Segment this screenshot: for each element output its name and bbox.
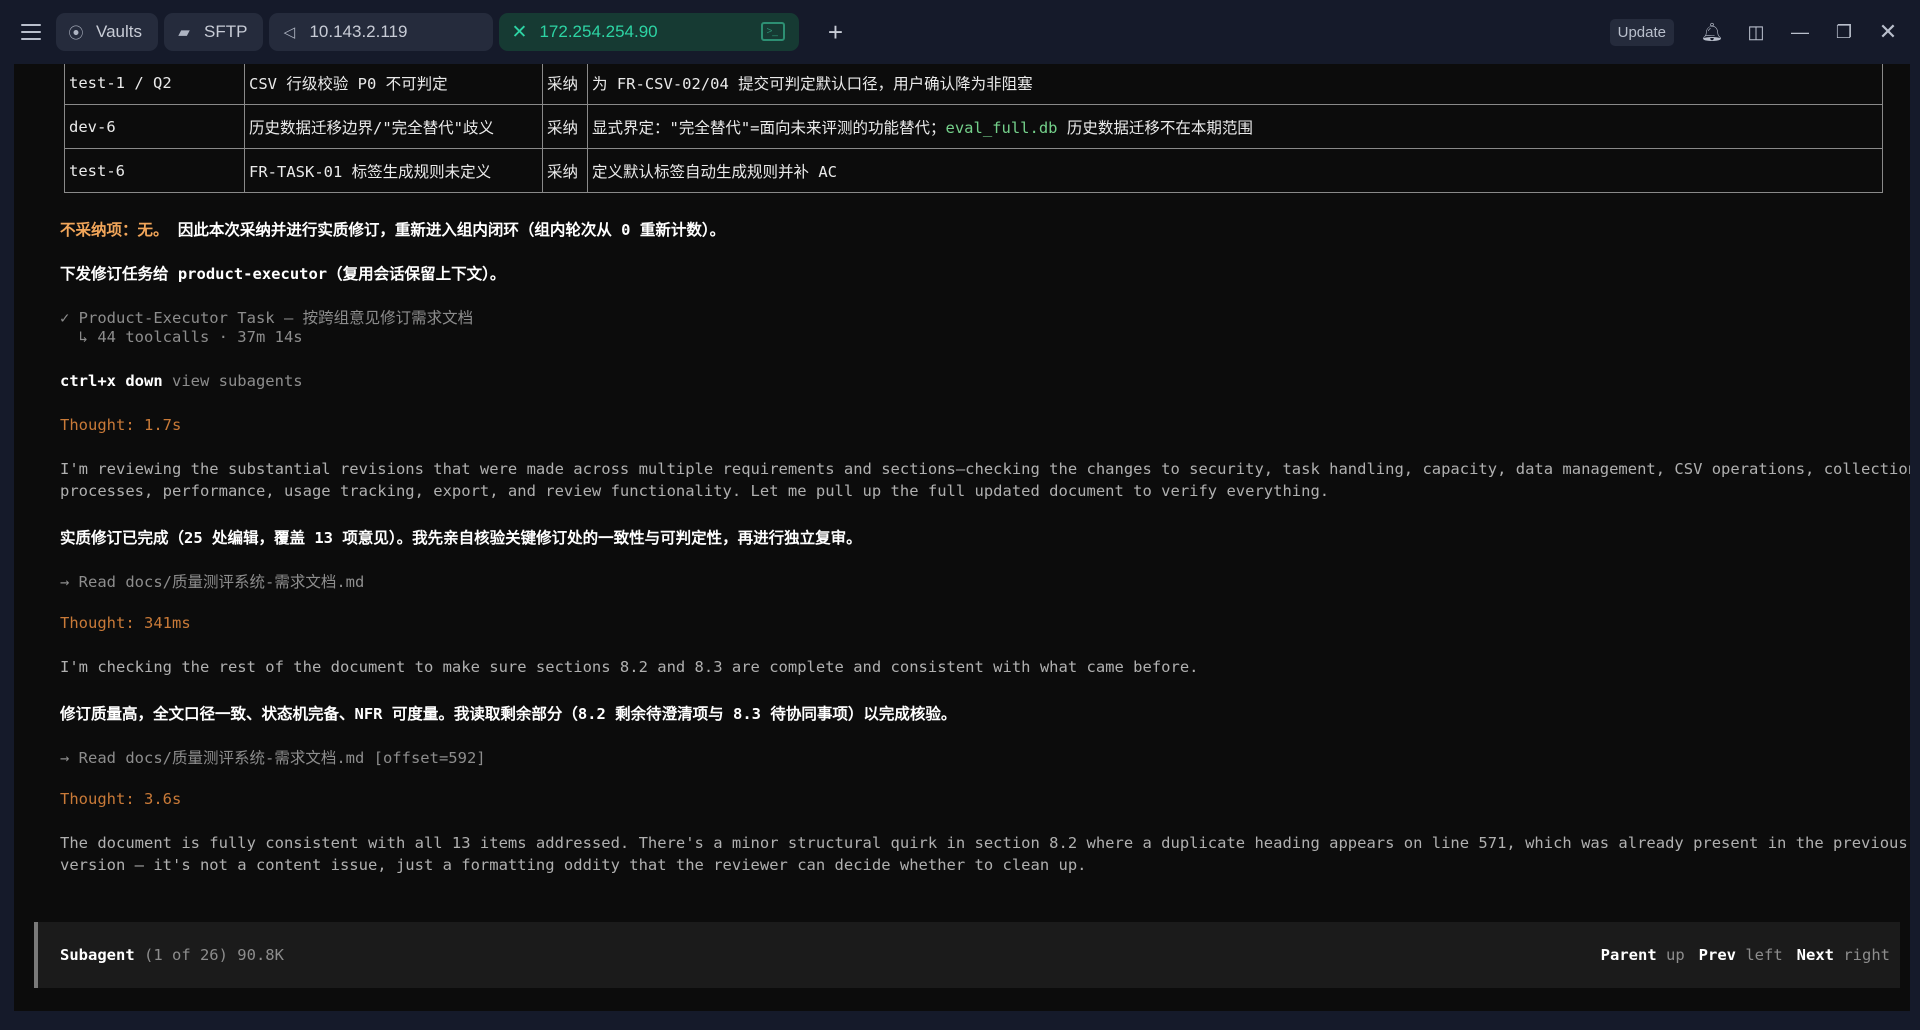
shortcut-key: ctrl+x down	[60, 372, 163, 390]
thought-text: The document is fully consistent with al…	[60, 834, 1908, 852]
tab-host-10-143-2-119[interactable]: ◁ 10.143.2.119	[269, 13, 494, 51]
tab-label: SFTP	[204, 22, 248, 41]
table-cell-decision: 采纳	[542, 104, 588, 149]
subagent-label: Subagent	[60, 946, 135, 964]
nav-hint: right	[1834, 946, 1890, 964]
decision-table: test-1 / Q2 CSV 行级校验 P0 不可判定 采纳 为 FR-CSV…	[64, 64, 1883, 193]
sidebar-toggle-icon[interactable]: ◫	[1734, 12, 1778, 52]
nav-key: Next	[1796, 946, 1834, 964]
close-button[interactable]: ✕	[1866, 12, 1910, 52]
table-row: dev-6 历史数据迁移边界/"完全替代"歧义 采纳 显式界定："完全替代"=面…	[64, 104, 1883, 149]
table-cell-id: test-6	[64, 148, 245, 193]
table-cell-issue: FR-TASK-01 标签生成规则未定义	[244, 148, 543, 193]
table-cell-action: 显式界定："完全替代"=面向未来评测的功能替代；eval_full.db 历史数…	[587, 104, 1883, 149]
not-adopted-label: 不采纳项：无。	[60, 221, 169, 239]
nav-hint: up	[1656, 946, 1685, 964]
new-tab-button[interactable]: +	[823, 19, 847, 45]
tab-label: 10.143.2.119	[309, 22, 408, 41]
subagent-nav: Parent up Prev left Next right	[1601, 946, 1890, 964]
vault-icon: ⦿	[68, 24, 84, 42]
disconnected-icon: ◁	[283, 24, 296, 41]
table-cell-decision: 采纳	[542, 64, 588, 105]
thought-text: I'm checking the rest of the document to…	[60, 658, 1199, 676]
action-text: 历史数据迁移不在本期范围	[1057, 118, 1253, 137]
nav-key: Prev	[1698, 946, 1736, 964]
thought-text: I'm reviewing the substantial revisions …	[60, 460, 1910, 478]
tab-sftp[interactable]: ▰ SFTP	[164, 13, 264, 51]
nav-prev[interactable]: Prev left	[1699, 946, 1783, 964]
table-cell-issue: CSV 行级校验 P0 不可判定	[244, 64, 543, 105]
thought-text: version — it's not a content issue, just…	[60, 856, 1087, 874]
table-row: test-1 / Q2 CSV 行级校验 P0 不可判定 采纳 为 FR-CSV…	[64, 64, 1883, 105]
dispatch-line: 下发修订任务给 product-executor（复用会话保留上下文）。	[60, 265, 506, 283]
code-snippet: eval_full.db	[945, 118, 1058, 137]
shortcut-desc: view subagents	[162, 372, 303, 390]
tab-host-172-254-254-90[interactable]: ✕ 172.254.254.90 >_	[499, 13, 800, 51]
nav-next[interactable]: Next right	[1797, 946, 1890, 964]
title-bar: ⦿ Vaults ▰ SFTP ◁ 10.143.2.119 ✕ 172.254…	[0, 0, 1920, 64]
thought-text: processes, performance, usage tracking, …	[60, 482, 1330, 500]
summary-line: 修订质量高，全文口径一致、状态机完备、NFR 可度量。我读取剩余部分（8.2 剩…	[60, 705, 957, 723]
action-text: 显式界定："完全替代"=面向未来评测的功能替代；	[592, 118, 946, 137]
terminal-icon: >_	[761, 22, 786, 41]
menu-icon[interactable]	[21, 24, 41, 40]
subagent-count: (1 of 26) 90.8K	[134, 946, 284, 964]
bell-icon[interactable]: 🔔︎	[1690, 12, 1734, 52]
nav-parent[interactable]: Parent up	[1601, 946, 1685, 964]
read-tool-line: → Read docs/质量测评系统-需求文档.md [offset=592]	[60, 749, 486, 767]
tab-vaults[interactable]: ⦿ Vaults	[56, 13, 158, 51]
not-adopted-text: 因此本次采纳并进行实质修订，重新进入组内闭环（组内轮次从 0 重新计数）。	[168, 221, 726, 239]
task-title[interactable]: ✓ Product-Executor Task — 按跨组意见修订需求文档	[60, 306, 473, 328]
table-cell-id: dev-6	[64, 104, 245, 149]
tab-label: 172.254.254.90	[539, 22, 658, 41]
maximize-button[interactable]: ❐	[1822, 12, 1866, 52]
read-tool-line: → Read docs/质量测评系统-需求文档.md	[60, 573, 365, 591]
shortcut-hint: ctrl+x down view subagents	[60, 372, 303, 390]
subagent-info: Subagent (1 of 26) 90.8K	[60, 946, 284, 964]
close-tab-icon[interactable]: ✕	[509, 22, 529, 43]
table-cell-action: 定义默认标签自动生成规则并补 AC	[587, 148, 1883, 193]
nav-key: Parent	[1600, 946, 1657, 964]
minimize-button[interactable]: —	[1778, 12, 1822, 52]
nav-hint: left	[1736, 946, 1783, 964]
thought-header: Thought: 341ms	[60, 614, 191, 632]
thought-header: Thought: 1.7s	[60, 416, 182, 434]
thought-header: Thought: 3.6s	[60, 790, 182, 808]
update-button[interactable]: Update	[1609, 18, 1674, 46]
task-meta: ↳ 44 toolcalls · 37m 14s	[60, 328, 303, 346]
table-cell-id: test-1 / Q2	[64, 64, 245, 105]
summary-line: 实质修订已完成（25 处编辑，覆盖 13 项意见）。我先亲自核验关键修订处的一致…	[60, 529, 862, 547]
table-row: test-6 FR-TASK-01 标签生成规则未定义 采纳 定义默认标签自动生…	[64, 148, 1883, 193]
subagent-status-bar: Subagent (1 of 26) 90.8K Parent up Prev …	[34, 922, 1900, 988]
terminal-pane[interactable]: test-1 / Q2 CSV 行级校验 P0 不可判定 采纳 为 FR-CSV…	[14, 64, 1910, 1011]
table-cell-action: 为 FR-CSV-02/04 提交可判定默认口径，用户确认降为非阻塞	[587, 64, 1883, 105]
not-adopted-line: 不采纳项：无。 因此本次采纳并进行实质修订，重新进入组内闭环（组内轮次从 0 重…	[60, 218, 725, 240]
tab-label: Vaults	[96, 22, 142, 41]
folder-icon: ▰	[178, 24, 190, 41]
table-cell-decision: 采纳	[542, 148, 588, 193]
table-cell-issue: 历史数据迁移边界/"完全替代"歧义	[244, 104, 543, 149]
